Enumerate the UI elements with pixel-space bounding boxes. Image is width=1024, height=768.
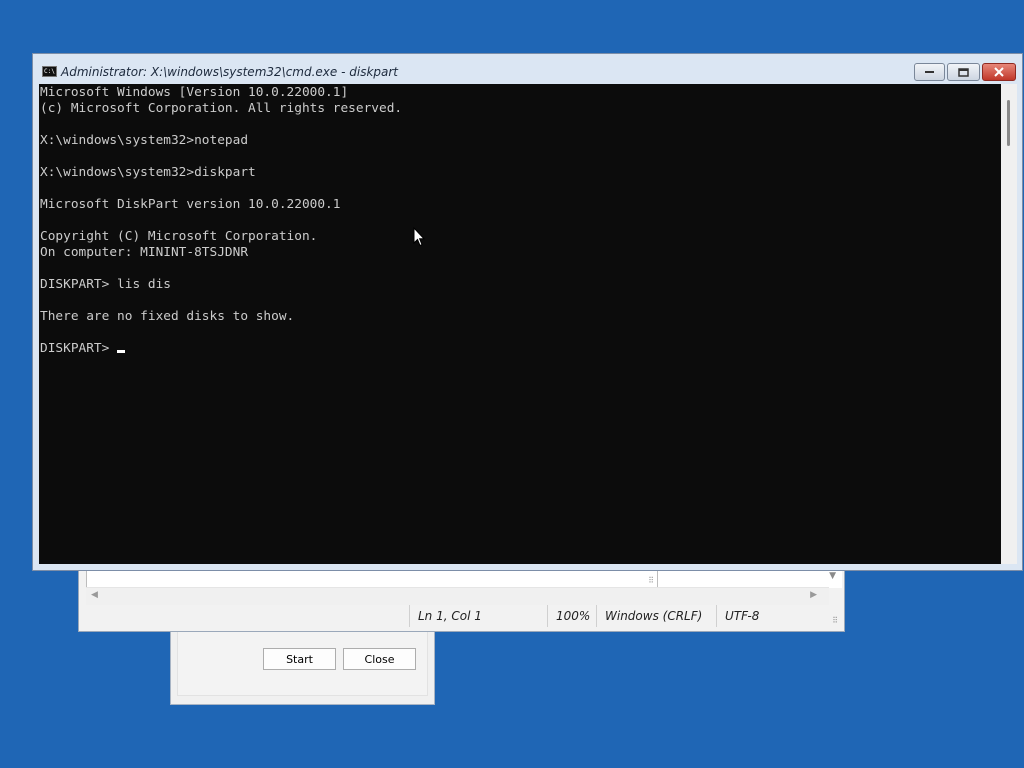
- console-line: (c) Microsoft Corporation. All rights re…: [40, 101, 403, 116]
- console-line: DISKPART> lis dis: [40, 277, 171, 292]
- close-button[interactable]: Close: [343, 648, 416, 670]
- console-line: X:\windows\system32>diskpart: [40, 165, 256, 180]
- close-icon: [994, 67, 1004, 77]
- minimize-icon: [924, 71, 934, 73]
- minimize-button[interactable]: [914, 63, 945, 81]
- start-button[interactable]: Start: [263, 648, 336, 670]
- mouse-pointer-icon: [413, 227, 425, 247]
- console-output[interactable]: Microsoft Windows [Version 10.0.22000.1]…: [39, 84, 1001, 564]
- console-line: Copyright (C) Microsoft Corporation.: [40, 229, 318, 244]
- text-cursor: [117, 350, 126, 353]
- zoom-level-status[interactable]: 100%: [547, 605, 596, 627]
- console-line: Microsoft DiskPart version 10.0.22000.1: [40, 197, 341, 212]
- cursor-position-status: Ln 1, Col 1: [409, 605, 547, 627]
- scrollbar-thumb[interactable]: [1007, 100, 1010, 146]
- textarea-grip-icon: ⠿: [648, 576, 654, 585]
- maximize-icon: [958, 67, 969, 77]
- console-vertical-scrollbar[interactable]: [1001, 84, 1017, 564]
- window-title: Administrator: X:\windows\system32\cmd.e…: [61, 65, 399, 79]
- scroll-left-arrow-icon[interactable]: ◀: [91, 590, 98, 600]
- console-line: On computer: MININT-8TSJDNR: [40, 245, 249, 260]
- console-line: X:\windows\system32>notepad: [40, 133, 249, 148]
- maximize-button[interactable]: [947, 63, 980, 81]
- console-line: Microsoft Windows [Version 10.0.22000.1]: [40, 85, 349, 100]
- console-line: There are no fixed disks to show.: [40, 309, 295, 324]
- cmd-window: C:\ Administrator: X:\windows\system32\c…: [32, 53, 1023, 571]
- cmd-title-bar[interactable]: C:\ Administrator: X:\windows\system32\c…: [33, 54, 1022, 84]
- line-ending-status[interactable]: Windows (CRLF): [596, 605, 716, 627]
- notepad-horizontal-scrollbar[interactable]: ◀ ▶: [86, 587, 829, 605]
- console-text: Microsoft Windows [Version 10.0.22000.1]…: [39, 84, 1001, 357]
- notepad-status-bar: Ln 1, Col 1 100% Windows (CRLF) UTF-8: [86, 605, 838, 627]
- console-prompt: DISKPART>: [40, 341, 118, 356]
- close-window-button[interactable]: [982, 63, 1016, 81]
- scroll-right-arrow-icon[interactable]: ▶: [810, 590, 817, 600]
- encoding-status[interactable]: UTF-8: [716, 605, 834, 627]
- console-app-icon: C:\: [42, 66, 57, 77]
- scroll-down-arrow-icon[interactable]: ▼: [829, 571, 836, 581]
- resize-grip-icon[interactable]: ⠿: [832, 616, 838, 625]
